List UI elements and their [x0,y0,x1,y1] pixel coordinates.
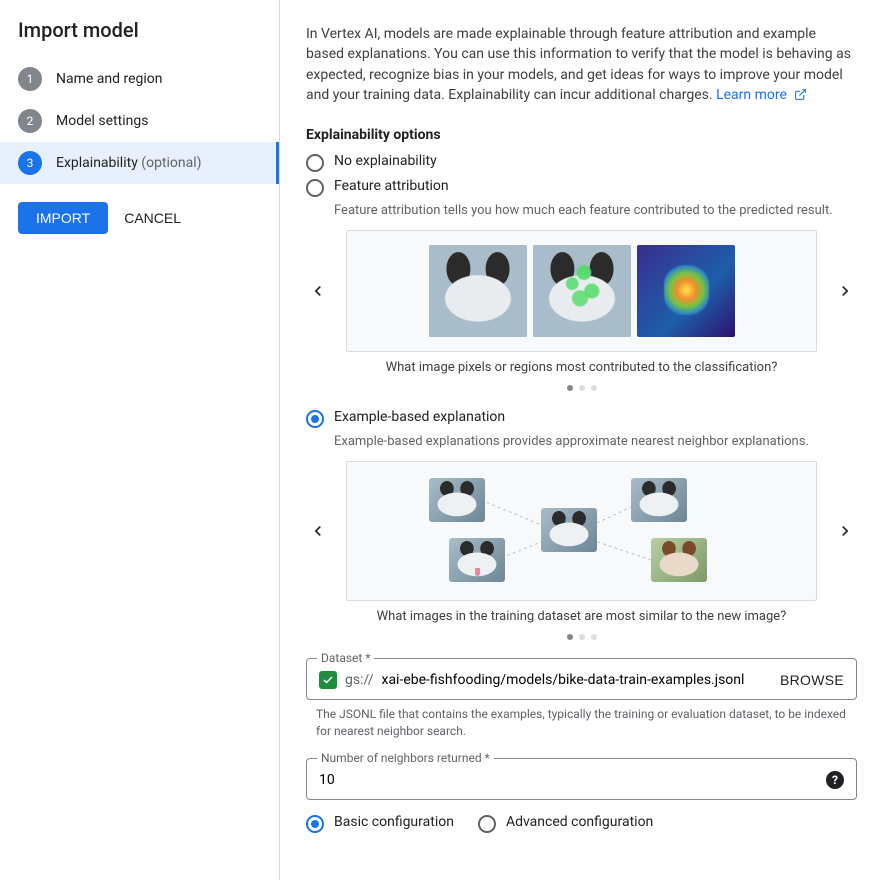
graph-node-image [429,478,485,522]
dot[interactable] [567,385,573,391]
learn-more-text: Learn more [716,87,787,103]
carousel-next-button[interactable] [833,279,857,303]
dot[interactable] [567,634,573,640]
sidebar: Import model 1 Name and region 2 Model s… [0,0,280,880]
graph-node-image [631,478,687,522]
step-label: Model settings [56,113,148,129]
radio-label: No explainability [334,153,437,169]
carousel-panel [346,230,817,352]
radio-advanced-config[interactable]: Advanced configuration [478,814,653,833]
dot[interactable] [579,634,585,640]
carousel-dots [306,634,857,640]
step-number-icon: 1 [18,67,42,91]
radio-basic-config[interactable]: Basic configuration [306,814,454,833]
neighbors-field: Number of neighbors returned * ? [306,758,857,800]
dataset-field: Dataset * gs:// BROWSE [306,658,857,700]
radio-icon [306,815,324,833]
step-number-icon: 3 [18,151,42,175]
radio-no-explainability[interactable]: No explainability [306,153,857,172]
help-icon[interactable]: ? [826,771,844,789]
intro-text: In Vertex AI, models are made explainabl… [306,24,857,107]
config-row: Basic configuration Advanced configurati… [306,814,857,839]
import-button[interactable]: IMPORT [18,202,108,234]
step-label: Name and region [56,71,163,87]
check-icon [319,671,337,689]
radio-label: Advanced configuration [506,814,653,830]
dot[interactable] [591,634,597,640]
neighbors-input[interactable] [319,772,818,788]
radio-icon [478,815,496,833]
carousel-caption: What images in the training dataset are … [306,609,857,624]
carousel-prev-button[interactable] [306,519,330,543]
field-label: Number of neighbors returned * [317,751,494,765]
graph-node-image [651,538,707,582]
carousel-caption: What image pixels or regions most contri… [306,360,857,375]
graph-node-image-center [541,508,597,552]
radio-icon [306,154,324,172]
graph-node-image [449,538,505,582]
similarity-graph [361,476,802,586]
chevron-left-icon [308,281,328,301]
external-link-icon [794,87,807,107]
learn-more-link[interactable]: Learn more [716,87,807,103]
step-label: Explainability (optional) [56,155,202,171]
dot[interactable] [591,385,597,391]
options-heading: Explainability options [306,127,857,143]
dataset-helper-text: The JSONL file that contains the example… [316,706,857,740]
radio-label: Feature attribution [334,178,449,194]
radio-feature-attribution[interactable]: Feature attribution [306,178,857,197]
chevron-right-icon [835,281,855,301]
carousel-dots [306,385,857,391]
field-label: Dataset * [317,651,374,665]
example-based-carousel [306,461,857,601]
carousel-panel [346,461,817,601]
browse-button[interactable]: BROWSE [780,672,844,688]
chevron-right-icon [835,521,855,541]
step-model-settings[interactable]: 2 Model settings [0,100,279,142]
radio-label: Basic configuration [334,814,454,830]
step-number-icon: 2 [18,109,42,133]
step-optional-text: (optional) [141,155,201,171]
radio-sublabel: Example-based explanations provides appr… [334,434,857,449]
example-image-heatmap [637,245,735,337]
page-title: Import model [0,18,279,58]
cancel-button[interactable]: CANCEL [124,210,181,226]
action-bar: IMPORT CANCEL [0,184,279,252]
radio-label: Example-based explanation [334,409,505,425]
radio-icon [306,410,324,428]
radio-sublabel: Feature attribution tells you how much e… [334,203,857,218]
radio-icon [306,179,324,197]
chevron-left-icon [308,521,328,541]
example-image-overlay [533,245,631,337]
main-content: In Vertex AI, models are made explainabl… [280,0,889,880]
feature-attribution-carousel [306,230,857,352]
step-name-region[interactable]: 1 Name and region [0,58,279,100]
step-label-text: Explainability [56,155,138,171]
dataset-path-input[interactable] [382,672,772,688]
dot[interactable] [579,385,585,391]
step-explainability[interactable]: 3 Explainability (optional) [0,142,279,184]
carousel-prev-button[interactable] [306,279,330,303]
radio-example-based[interactable]: Example-based explanation [306,409,857,428]
carousel-next-button[interactable] [833,519,857,543]
gs-prefix: gs:// [345,672,374,688]
example-image-original [429,245,527,337]
